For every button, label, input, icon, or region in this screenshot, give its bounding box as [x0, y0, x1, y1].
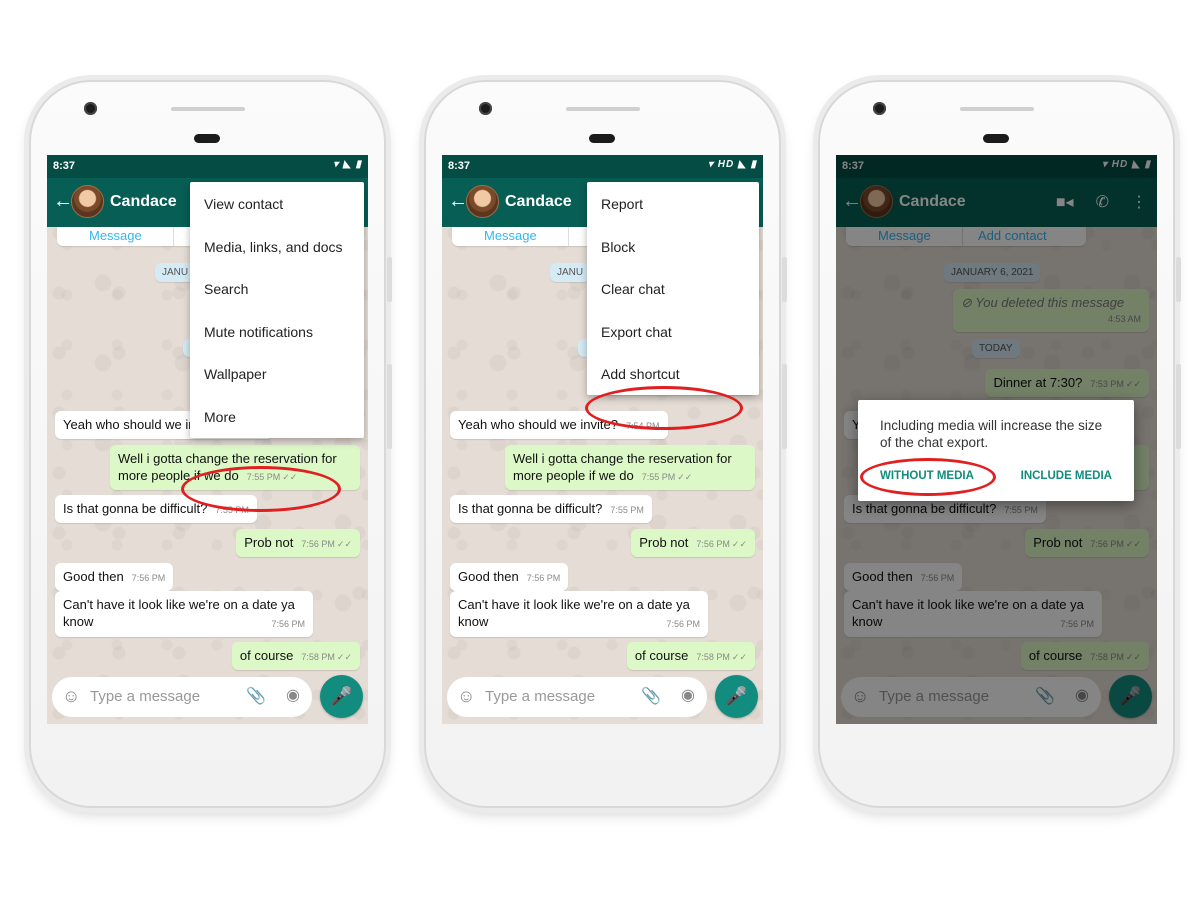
contact-name[interactable]: Candace [110, 193, 177, 211]
message-input-placeholder: Type a message [485, 688, 596, 705]
menu-item-more[interactable]: More [190, 395, 364, 438]
front-camera [479, 102, 492, 115]
message-button[interactable]: Message [89, 228, 142, 243]
overflow-menu: Report Block Clear chat Export chat Add … [587, 182, 759, 395]
date-chip: JANU [550, 263, 591, 282]
message-bubble-out: Prob not 7:56 PM ✓✓ [631, 529, 755, 557]
back-arrow-icon[interactable]: ← [53, 190, 73, 213]
status-bar: 8:37 ▾ ◣ ▮ [47, 155, 368, 178]
message-bubble-in: Good then 7:56 PM [450, 563, 569, 591]
message-bubble-out: Well i gotta change the reservation for … [505, 445, 755, 490]
dialog-message: Including media will increase the size o… [880, 418, 1103, 450]
phone-screen-2: 8:37 ▾ HD ◣ ▮ ← Candace Message JANU ⊘ Y… [442, 155, 763, 724]
include-media-button[interactable]: INCLUDE MEDIA [1021, 470, 1112, 482]
microphone-button[interactable]: 🎤 [320, 675, 363, 718]
message-bubble-in: Can't have it look like we're on a date … [55, 591, 313, 637]
phone-frame-1: 8:37 ▾ ◣ ▮ ← Candace Message JANU ⊘ Yeah… [29, 80, 392, 808]
microphone-icon: 🎤 [330, 686, 353, 706]
menu-item-clear-chat[interactable]: Clear chat [587, 267, 759, 310]
front-camera [873, 102, 886, 115]
menu-item-wallpaper[interactable]: Wallpaper [190, 352, 364, 395]
back-arrow-icon[interactable]: ← [448, 190, 468, 213]
microphone-icon: 🎤 [725, 686, 748, 706]
microphone-button[interactable]: 🎤 [715, 675, 758, 718]
status-bar: 8:37 ▾ HD ◣ ▮ [442, 155, 763, 178]
status-icons: ▾ HD ◣ ▮ [708, 159, 757, 170]
paperclip-icon[interactable]: 📎 [641, 686, 661, 706]
phone-frame-2: 8:37 ▾ HD ◣ ▮ ← Candace Message JANU ⊘ Y… [424, 80, 787, 808]
message-bubble-out: of course 7:58 PM ✓✓ [231, 642, 360, 670]
highlight-ring [181, 466, 341, 512]
message-bubble-in: Is that gonna be difficult? 7:55 PM [450, 495, 652, 523]
message-bubble-out: of course 7:58 PM ✓✓ [626, 642, 755, 670]
message-input[interactable]: ☺ Type a message 📎 ◉ [447, 677, 707, 717]
menu-item-report[interactable]: Report [587, 182, 759, 225]
front-camera [84, 102, 97, 115]
emoji-icon[interactable]: ☺ [457, 686, 475, 707]
camera-icon[interactable]: ◉ [681, 685, 695, 705]
phone-screen-1: 8:37 ▾ ◣ ▮ ← Candace Message JANU ⊘ Yeah… [47, 155, 368, 724]
earpiece-speaker [566, 107, 640, 111]
avatar[interactable] [466, 185, 499, 218]
earpiece-speaker [960, 107, 1034, 111]
phone-frame-3: 8:37 ▾ HD ◣ ▮ ← Candace ■◂ ✆ ⋮ Message Add… [818, 80, 1181, 808]
menu-item-block[interactable]: Block [587, 225, 759, 268]
status-icons: ▾ ◣ ▮ [333, 159, 362, 170]
contact-name[interactable]: Candace [505, 193, 572, 211]
menu-item-export-chat[interactable]: Export chat [587, 310, 759, 353]
message-input-placeholder: Type a message [90, 688, 201, 705]
message-bubble-out: Prob not 7:56 PM ✓✓ [236, 529, 360, 557]
phone-screen-3: 8:37 ▾ HD ◣ ▮ ← Candace ■◂ ✆ ⋮ Message Add… [836, 155, 1157, 724]
message-bubble-in: Can't have it look like we're on a date … [450, 591, 708, 637]
earpiece-speaker [171, 107, 245, 111]
read-ticks-icon: ✓✓ [731, 652, 747, 662]
read-ticks-icon: ✓✓ [336, 652, 352, 662]
highlight-ring [860, 458, 996, 496]
proximity-sensor [589, 134, 615, 143]
overflow-menu: View contact Media, links, and docs Sear… [190, 182, 364, 438]
menu-item-media-links-docs[interactable]: Media, links, and docs [190, 225, 364, 268]
message-button[interactable]: Message [484, 228, 537, 243]
camera-icon[interactable]: ◉ [286, 685, 300, 705]
proximity-sensor [194, 134, 220, 143]
message-input[interactable]: ☺ Type a message 📎 ◉ [52, 677, 312, 717]
highlight-ring [585, 386, 743, 430]
menu-item-view-contact[interactable]: View contact [190, 182, 364, 225]
avatar[interactable] [71, 185, 104, 218]
status-time: 8:37 [448, 160, 471, 172]
read-ticks-icon: ✓✓ [677, 472, 693, 482]
emoji-icon[interactable]: ☺ [62, 686, 80, 707]
read-ticks-icon: ✓✓ [336, 539, 352, 549]
menu-item-mute-notifications[interactable]: Mute notifications [190, 310, 364, 353]
status-time: 8:37 [53, 160, 76, 172]
read-ticks-icon: ✓✓ [731, 539, 747, 549]
paperclip-icon[interactable]: 📎 [246, 686, 266, 706]
menu-item-search[interactable]: Search [190, 267, 364, 310]
proximity-sensor [983, 134, 1009, 143]
message-bubble-in: Good then 7:56 PM [55, 563, 174, 591]
